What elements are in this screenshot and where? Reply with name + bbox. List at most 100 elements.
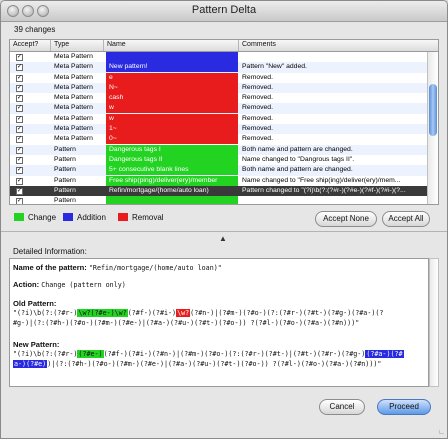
legend-addition-label: Addition xyxy=(77,213,106,222)
old-pattern-title: Old Pattern: xyxy=(13,299,57,308)
table-row[interactable]: ✓ Meta Pattern w Removed. xyxy=(10,113,428,124)
detail-label: Detailed Information: xyxy=(13,247,87,256)
accept-checkbox[interactable]: ✓ xyxy=(16,95,23,103)
pattern-name-line: Name of the pattern: "Refin/mortgage/(ho… xyxy=(13,263,222,272)
row-type: Meta Pattern xyxy=(54,53,93,60)
table-row[interactable]: ✓ Meta Pattern e Removed. xyxy=(10,72,428,83)
new-addition-highlight-2: a-)(?#e) xyxy=(13,360,48,368)
row-comment: Removed. xyxy=(242,83,273,91)
table-row[interactable]: ✓ Meta Pattern xyxy=(10,52,428,62)
removal-swatch xyxy=(118,213,128,221)
row-name: Refin/mortgage/(home/auto loan) xyxy=(106,185,238,196)
accept-none-button[interactable]: Accept None xyxy=(315,211,377,227)
row-comment: Removed. xyxy=(242,94,273,102)
accept-checkbox[interactable]: ✓ xyxy=(16,177,23,185)
pattern-name-key: Name of the pattern: xyxy=(13,263,87,272)
row-comment xyxy=(242,196,426,204)
row-name: cash xyxy=(106,93,238,104)
row-name xyxy=(106,196,238,204)
changes-table: Accept? Type Name Comments ✓ Meta Pattern… xyxy=(9,39,439,205)
addition-swatch xyxy=(63,213,73,221)
accept-checkbox[interactable]: ✓ xyxy=(16,146,23,154)
table-row[interactable]: ✓ Pattern 5+ consecutive blank lines Both n… xyxy=(10,165,428,176)
row-type: Meta Pattern xyxy=(54,94,93,102)
header-accept[interactable]: Accept? xyxy=(13,41,38,48)
row-type: Pattern xyxy=(54,155,76,163)
detail-scrollbar[interactable] xyxy=(429,258,439,387)
row-type: Pattern xyxy=(54,145,76,153)
split-divider xyxy=(1,231,447,232)
pattern-name-value: "Refin/mortgage/(home/auto loan)" xyxy=(88,264,222,272)
accept-checkbox[interactable]: ✓ xyxy=(16,54,23,61)
row-name: 5+ consecutive blank lines xyxy=(106,165,238,176)
pattern-delta-window: Pattern Delta 39 changes Accept? Type Na… xyxy=(0,0,448,439)
header-type[interactable]: Type xyxy=(54,41,69,48)
new-addition-highlight: (?#a-)(?# xyxy=(365,350,404,358)
table-row[interactable]: ✓ Pattern Dangerous tags I Both name and pa… xyxy=(10,144,428,155)
row-comment: Pattern "New" added. xyxy=(242,63,307,71)
new-pattern-title: New Pattern: xyxy=(13,340,60,349)
header-name[interactable]: Name xyxy=(107,41,126,48)
table-row[interactable]: ✓ Pattern Refin/mortgage/(home/auto loan) P… xyxy=(10,185,428,197)
accept-checkbox[interactable]: ✓ xyxy=(16,84,23,92)
row-comment: Removed. xyxy=(242,114,273,122)
accept-checkbox[interactable]: ✓ xyxy=(16,115,23,123)
proceed-button[interactable]: Proceed xyxy=(377,399,431,415)
row-comment: Removed. xyxy=(242,125,273,133)
row-name: Free ship(ping)/deliver(ery)/member xyxy=(106,175,238,186)
table-row[interactable]: ✓ Pattern Dangerous tags II Name changed to… xyxy=(10,154,428,165)
action-line: Action: Change (pattern only) xyxy=(13,280,126,289)
table-row[interactable]: ✓ Meta Pattern 0~ Removed. xyxy=(10,134,428,145)
row-name: Dangerous tags I xyxy=(106,144,238,155)
row-type: Meta Pattern xyxy=(54,73,93,81)
row-type: Meta Pattern xyxy=(54,104,93,112)
table-row[interactable]: ✓ Meta Pattern cash Removed. xyxy=(10,93,428,104)
row-type: Meta Pattern xyxy=(54,83,93,91)
accept-checkbox[interactable]: ✓ xyxy=(16,74,23,82)
row-comment: Name changed to "Dangrous tags II". xyxy=(242,155,355,163)
action-key: Action: xyxy=(13,280,40,289)
legend-change: Change xyxy=(14,213,56,222)
row-name: Dangerous tags II xyxy=(106,154,238,165)
table-header: Accept? Type Name Comments xyxy=(10,40,438,52)
accept-checkbox[interactable]: ✓ xyxy=(16,136,23,144)
table-row[interactable]: ✓ Meta Pattern w Removed. xyxy=(10,103,428,114)
accept-checkbox[interactable]: ✓ xyxy=(16,64,23,72)
accept-checkbox[interactable]: ✓ xyxy=(16,126,23,134)
accept-checkbox[interactable]: ✓ xyxy=(16,198,23,204)
legend-addition: Addition xyxy=(63,213,106,222)
row-name: e xyxy=(106,72,238,83)
split-handle-icon[interactable]: ▲ xyxy=(219,234,227,243)
table-row[interactable]: ✓ Meta Pattern N~ Removed. xyxy=(10,82,428,94)
row-type: Meta Pattern xyxy=(54,135,93,143)
new-pattern-line-1: "(?i)\b(?:(?#r-)(?#e-)(?#f-)(?#i-)(?#n-)… xyxy=(13,350,404,358)
accept-checkbox[interactable]: ✓ xyxy=(16,167,23,175)
row-name: 0~ xyxy=(106,134,238,145)
table-scrollbar[interactable] xyxy=(427,52,438,204)
row-comment: Both name and pattern are changed. xyxy=(242,166,353,174)
cancel-button[interactable]: Cancel xyxy=(319,399,365,415)
table-row[interactable]: ✓ Pattern xyxy=(10,196,428,204)
detail-panel: Name of the pattern: "Refin/mortgage/(ho… xyxy=(9,258,429,387)
header-comments[interactable]: Comments xyxy=(242,41,276,48)
old-removal-highlight: \w? xyxy=(176,309,191,317)
table-row[interactable]: ✓ Meta Pattern 1~ Removed. xyxy=(10,124,428,135)
new-pattern-line-2: a-)(?#e))|(?:(?#h-)(?#o-)(?#m-)(?#e-)|(?… xyxy=(13,360,382,368)
accept-all-button[interactable]: Accept All xyxy=(382,211,430,227)
accept-checkbox[interactable]: ✓ xyxy=(16,105,23,113)
row-type: Meta Pattern xyxy=(54,125,93,133)
accept-checkbox[interactable]: ✓ xyxy=(16,187,23,195)
row-comment: Removed. xyxy=(242,135,273,143)
changes-count: 39 changes xyxy=(14,25,56,34)
table-row[interactable]: ✓ Pattern Free ship(ping)/deliver(ery)/mem… xyxy=(10,175,428,186)
accept-checkbox[interactable]: ✓ xyxy=(16,156,23,164)
row-name: N~ xyxy=(106,82,238,93)
action-value: Change (pattern only) xyxy=(41,281,126,289)
row-comment: Removed. xyxy=(242,104,273,112)
window-title: Pattern Delta xyxy=(191,4,257,16)
new-change-highlight: (?#e-) xyxy=(77,350,104,358)
table-scroll-thumb[interactable] xyxy=(429,84,437,136)
table-row[interactable]: ✓ Meta Pattern New pattern! Pattern "New" a… xyxy=(10,62,428,73)
resize-grip-icon[interactable]: ∟ xyxy=(438,429,445,436)
title-bar[interactable]: Pattern Delta xyxy=(1,1,447,22)
